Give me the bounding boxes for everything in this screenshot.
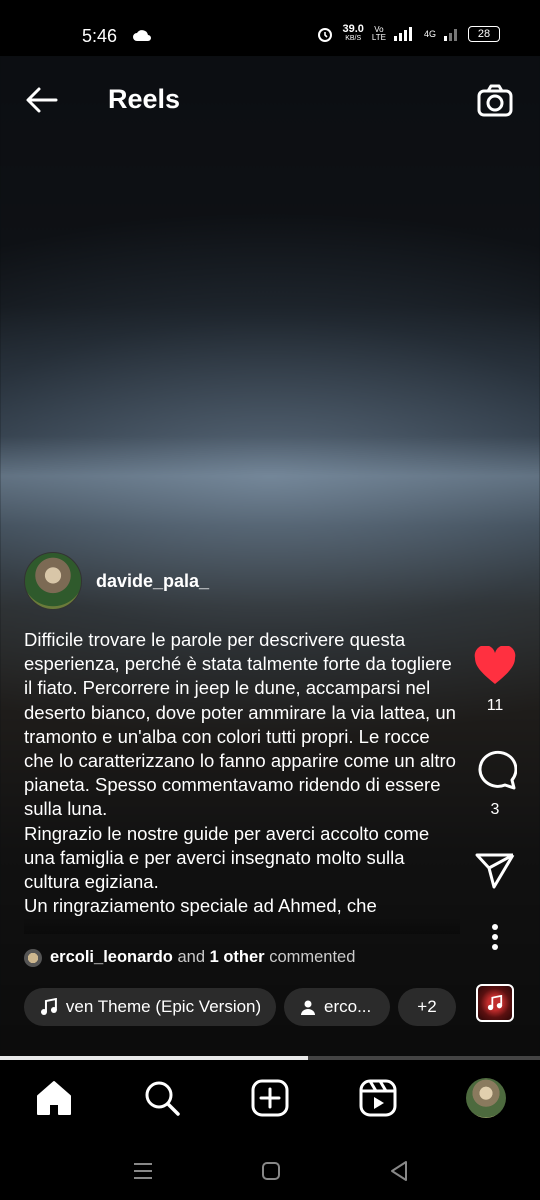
tagged-person-label: erco... xyxy=(324,997,372,1016)
volte-indicator: Vo LTE xyxy=(371,25,386,42)
person-icon xyxy=(301,1000,315,1015)
plus-square-icon[interactable] xyxy=(250,1078,290,1118)
comment-count: 3 xyxy=(490,801,500,818)
status-bar: 5:46 39.0 KB/S Vo LTE 4G 28 xyxy=(0,0,540,56)
like-count: 11 xyxy=(486,697,504,714)
send-icon[interactable] xyxy=(474,852,516,890)
alarm-icon xyxy=(318,28,333,42)
comment-icon[interactable] xyxy=(473,748,518,790)
signal-icon xyxy=(393,27,412,41)
net-speed: 39.0 KB/S xyxy=(342,23,364,43)
back-button-icon[interactable] xyxy=(384,1156,414,1186)
status-time: 5:46 xyxy=(82,26,118,46)
reels-screen: 5:46 39.0 KB/S Vo LTE 4G 28 Reels davide… xyxy=(0,0,540,1200)
network-type: 4G xyxy=(423,29,436,39)
camera-icon[interactable] xyxy=(476,82,514,120)
audio-chip[interactable]: ven Theme (Epic Version) xyxy=(24,988,276,1026)
post-chips: ven Theme (Epic Version) erco... +2 xyxy=(24,988,456,1026)
recents-icon[interactable] xyxy=(128,1156,158,1186)
home-icon[interactable] xyxy=(34,1078,74,1118)
bottom-nav xyxy=(0,1060,540,1140)
music-note-icon xyxy=(487,995,503,1011)
reels-icon[interactable] xyxy=(358,1078,398,1118)
more-action[interactable] xyxy=(470,922,520,957)
like-action[interactable]: 11 xyxy=(470,645,520,715)
page-title: Reels xyxy=(108,84,181,114)
battery-indicator: 28 xyxy=(468,26,500,42)
avatar-icon[interactable] xyxy=(466,1078,506,1118)
status-indicators: 39.0 KB/S Vo LTE 4G 28 xyxy=(316,24,500,44)
music-note-icon xyxy=(40,998,57,1015)
arrow-left-icon[interactable] xyxy=(24,82,60,118)
more-vertical-icon[interactable] xyxy=(490,922,500,952)
audio-title: ven Theme (Epic Version) xyxy=(65,997,260,1016)
commenter-avatar xyxy=(24,948,42,967)
search-icon[interactable] xyxy=(142,1078,182,1118)
reels-header: Reels xyxy=(0,70,540,130)
commented-row[interactable]: ercoli_leonardo and 1 other commented xyxy=(24,948,355,967)
share-action[interactable] xyxy=(470,852,520,895)
audio-thumbnail[interactable] xyxy=(476,984,514,1022)
system-nav-bar xyxy=(0,1140,540,1200)
more-tags-count: +2 xyxy=(417,997,437,1016)
tagged-people-chip[interactable]: erco... xyxy=(284,988,390,1026)
cloud-icon xyxy=(133,30,151,41)
more-tags-chip[interactable]: +2 xyxy=(398,988,456,1026)
signal-2-icon xyxy=(444,29,457,41)
heart-icon[interactable] xyxy=(473,645,517,686)
comment-action[interactable]: 3 xyxy=(470,748,520,819)
commented-text: ercoli_leonardo and 1 other commented xyxy=(50,948,356,966)
author-username[interactable]: davide_pala_ xyxy=(96,571,209,592)
home-button-icon[interactable] xyxy=(256,1156,286,1186)
author-avatar[interactable] xyxy=(24,552,82,610)
post-author[interactable]: davide_pala_ xyxy=(24,552,209,610)
post-caption[interactable]: Difficile trovare le parole per descrive… xyxy=(24,628,460,934)
